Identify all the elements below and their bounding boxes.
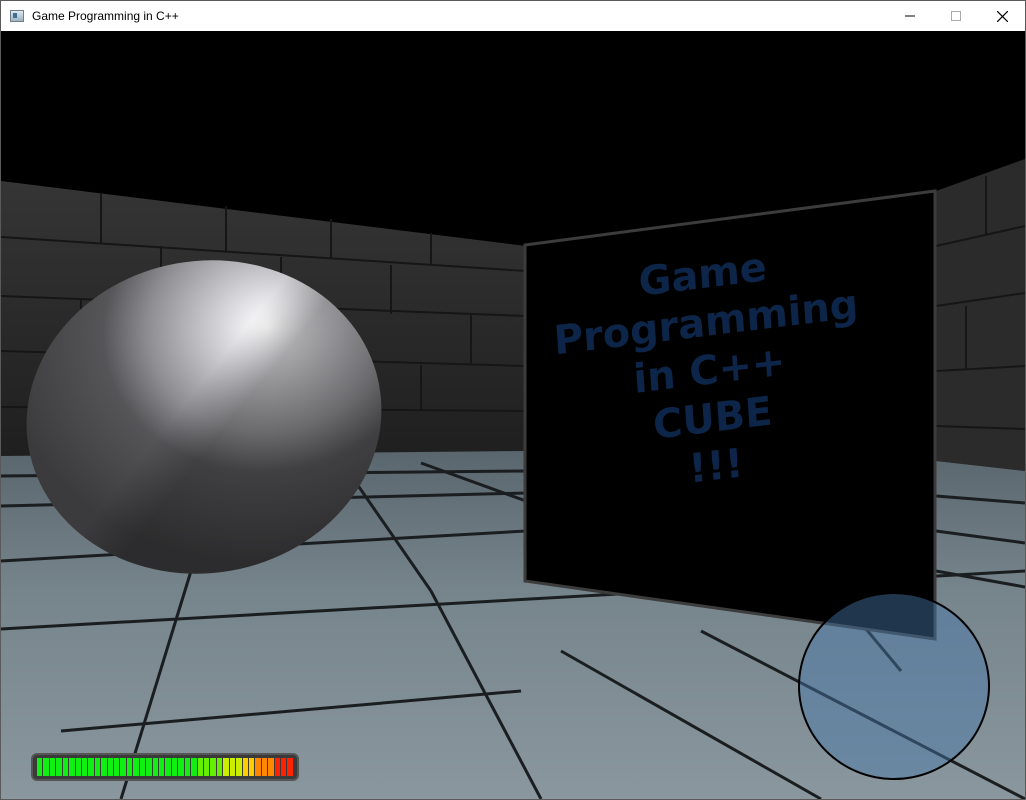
maximize-icon [951,11,961,21]
health-segment [184,758,191,776]
health-segment [165,758,171,776]
health-segment [216,758,223,776]
health-bar [31,753,299,781]
health-segment [248,758,255,776]
health-segment [43,758,49,776]
radar [798,592,990,780]
health-segment [69,758,75,776]
health-segment [49,758,56,776]
health-segment [236,758,242,776]
window-controls [887,1,1025,31]
health-segment [191,758,197,776]
game-window: Game Programming in C++ Game Programming… [0,0,1026,800]
health-segment [120,758,126,776]
health-segment [146,758,152,776]
health-segment [255,758,261,776]
health-segment [229,758,236,776]
minimize-icon [905,15,915,17]
health-segment [114,758,120,776]
health-segment [81,758,88,776]
health-segment [101,758,107,776]
health-segment [210,758,216,776]
game-viewport[interactable]: Game Programming in C++ CUBE !!! [1,31,1025,799]
health-segment [171,758,178,776]
maximize-button[interactable] [933,1,979,31]
health-segment [159,758,165,776]
health-segment [287,758,293,776]
health-segment [37,758,43,776]
health-segment [281,758,287,776]
app-icon [10,10,24,22]
health-segment [88,758,94,776]
health-segment [75,758,81,776]
health-segment [107,758,114,776]
health-segment [197,758,203,776]
health-segment [56,758,62,776]
health-segment [223,758,229,776]
title-bar[interactable]: Game Programming in C++ [1,1,1025,31]
sign-text: Game Programming in C++ CUBE !!! [552,244,860,493]
health-segment [133,758,139,776]
health-segment [94,758,101,776]
health-segment [261,758,268,776]
right-wall [936,159,1025,471]
window-title: Game Programming in C++ [32,9,179,23]
close-icon [996,10,1008,22]
health-segment [139,758,146,776]
health-segment [203,758,210,776]
health-segment [126,758,133,776]
health-segment [62,758,69,776]
health-segment [274,758,281,776]
health-segment [242,758,248,776]
minimize-button[interactable] [887,1,933,31]
health-segment [152,758,159,776]
health-segment [268,758,274,776]
close-button[interactable] [979,1,1025,31]
health-segment [178,758,184,776]
